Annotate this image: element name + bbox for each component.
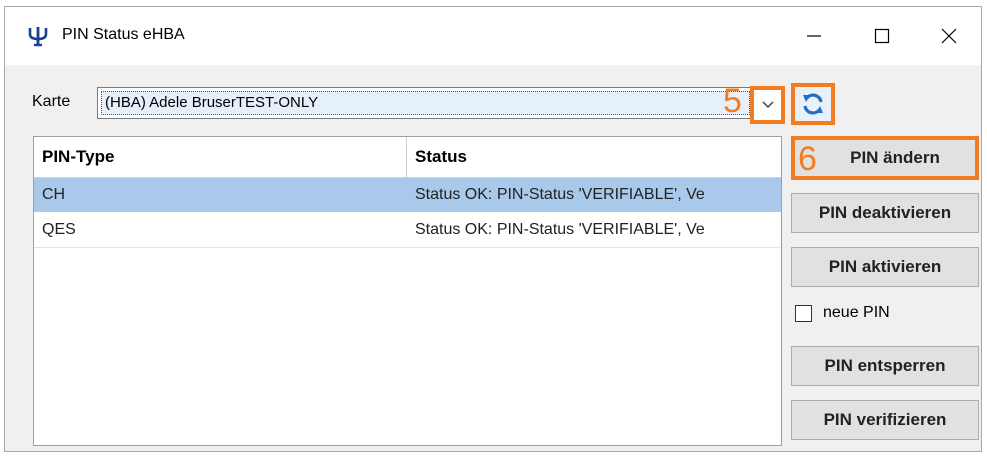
close-icon bbox=[941, 28, 957, 44]
change-pin-label: PIN ändern bbox=[850, 148, 940, 167]
psi-app-icon bbox=[27, 25, 49, 47]
minimize-button[interactable] bbox=[784, 7, 844, 65]
maximize-icon bbox=[874, 28, 890, 44]
unlock-pin-button[interactable]: PIN entsperren bbox=[791, 346, 979, 386]
verify-pin-button[interactable]: PIN verifizieren bbox=[791, 400, 979, 440]
activate-pin-button[interactable]: PIN aktivieren bbox=[791, 247, 979, 287]
minimize-icon bbox=[807, 35, 821, 37]
new-pin-checkbox[interactable] bbox=[795, 305, 812, 322]
column-header-status[interactable]: Status bbox=[407, 137, 781, 177]
pin-type-cell: QES bbox=[42, 221, 76, 238]
pin-status-window: PIN Status eHBA Karte (HBA) Adele Bruser… bbox=[4, 6, 982, 452]
deactivate-pin-button[interactable]: PIN deaktivieren bbox=[791, 193, 979, 233]
window-title: PIN Status eHBA bbox=[62, 26, 185, 43]
refresh-button[interactable] bbox=[791, 83, 835, 125]
status-cell: Status OK: PIN-Status 'VERIFIABLE', Ve bbox=[415, 221, 705, 238]
refresh-icon bbox=[803, 93, 823, 115]
title-bar: PIN Status eHBA bbox=[5, 7, 981, 65]
table-row[interactable]: CH Status OK: PIN-Status 'VERIFIABLE', V… bbox=[34, 178, 781, 212]
card-dropdown-button[interactable] bbox=[750, 86, 785, 124]
table-row[interactable]: QES Status OK: PIN-Status 'VERIFIABLE', … bbox=[34, 213, 781, 248]
card-combobox[interactable]: (HBA) Adele BruserTEST-ONLY bbox=[97, 87, 757, 119]
card-combobox-value: (HBA) Adele BruserTEST-ONLY bbox=[101, 91, 750, 115]
column-header-pin-type[interactable]: PIN-Type bbox=[34, 137, 407, 177]
status-cell: Status OK: PIN-Status 'VERIFIABLE', Ve bbox=[415, 186, 705, 203]
pin-table: PIN-Type Status CH Status OK: PIN-Status… bbox=[33, 136, 782, 446]
step-5-annotation: 5 bbox=[723, 82, 742, 120]
step-6-annotation: 6 bbox=[798, 140, 817, 178]
change-pin-button[interactable]: PIN ändern bbox=[791, 136, 979, 180]
table-header: PIN-Type Status bbox=[34, 137, 781, 178]
maximize-button[interactable] bbox=[852, 7, 912, 65]
new-pin-label: neue PIN bbox=[823, 304, 890, 321]
chevron-down-icon bbox=[761, 101, 774, 109]
pin-type-cell: CH bbox=[42, 186, 66, 203]
card-label: Karte bbox=[32, 93, 71, 110]
close-button[interactable] bbox=[919, 7, 979, 65]
